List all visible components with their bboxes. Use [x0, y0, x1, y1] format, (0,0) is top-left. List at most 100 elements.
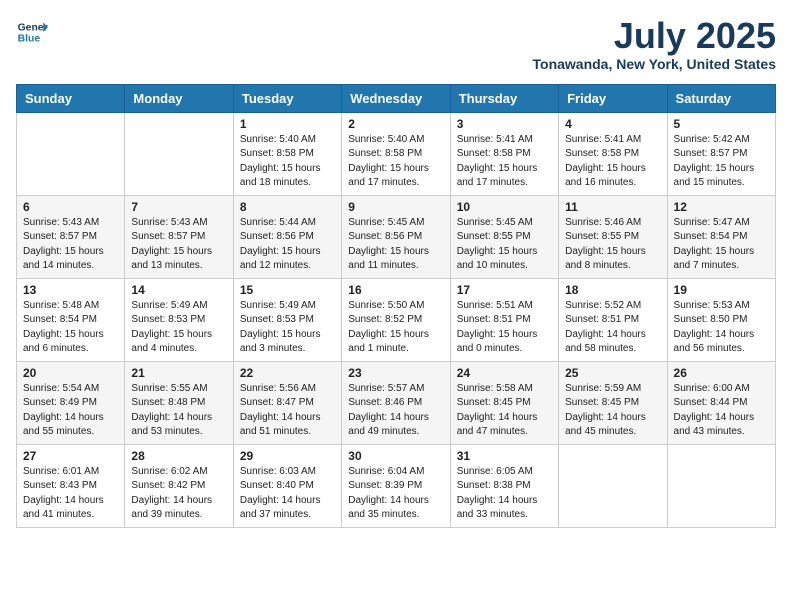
calendar-cell: 19Sunrise: 5:53 AM Sunset: 8:50 PM Dayli… — [667, 278, 775, 361]
day-number: 16 — [348, 283, 443, 297]
calendar-cell: 18 Sunrise: 5:52 AM Sunset: 8:51 PM Dayli… — [559, 278, 667, 361]
day-number: 1 — [240, 117, 335, 131]
svg-text:Blue: Blue — [18, 34, 41, 45]
logo: General Blue — [16, 16, 48, 48]
calendar-cell: 14Sunrise: 5:49 AM Sunset: 8:53 PM Dayli… — [125, 278, 233, 361]
calendar-cell: 2Sunrise: 5:40 AM Sunset: 8:58 PM Daylig… — [342, 112, 450, 195]
calendar-cell — [667, 444, 775, 527]
day-number: 20 — [23, 366, 118, 380]
calendar-cell: 7 Sunrise: 5:43 AM Sunset: 8:57 PM Daylig… — [125, 195, 233, 278]
month-year-title: July 2025 — [533, 16, 777, 56]
calendar-cell: 12 Sunrise: 5:47 AM Sunset: 8:54 PM Dayli… — [667, 195, 775, 278]
day-number: 12 — [674, 200, 769, 214]
day-info: Sunrise: 5:56 AM Sunset: 8:47 PM Dayligh… — [240, 382, 335, 440]
day-number: 5 — [674, 117, 769, 131]
calendar-cell — [125, 112, 233, 195]
day-number: 8 — [240, 200, 335, 214]
day-info: Sunrise: 5:41 AM Sunset: 8:58 PM Dayligh… — [457, 133, 552, 191]
day-info: Sunrise: 5:43 AM Sunset: 8:57 PM Dayligh… — [23, 216, 118, 274]
day-info: Sunrise: 5:45 AM Sunset: 8:56 PM Dayligh… — [348, 216, 443, 274]
logo-icon: General Blue — [16, 16, 48, 48]
day-number: 27 — [23, 449, 118, 463]
day-number: 18 — [565, 283, 660, 297]
calendar-cell: 21 Sunrise: 5:55 AM Sunset: 8:48 PM Dayli… — [125, 361, 233, 444]
day-info: Sunrise: 6:02 AM Sunset: 8:42 PM Dayligh… — [131, 465, 226, 523]
col-header-friday: Friday — [559, 84, 667, 112]
calendar-cell: 23 Sunrise: 5:57 AM Sunset: 8:46 PM Dayli… — [342, 361, 450, 444]
col-header-wednesday: Wednesday — [342, 84, 450, 112]
day-number: 15 — [240, 283, 335, 297]
calendar-cell: 3Sunrise: 5:41 AM Sunset: 8:58 PM Daylig… — [450, 112, 558, 195]
day-info: Sunrise: 5:49 AM Sunset: 8:53 PM Dayligh… — [240, 299, 335, 357]
week-row-4: 20 Sunrise: 5:54 AM Sunset: 8:49 PM Dayli… — [17, 361, 776, 444]
day-number: 7 — [131, 200, 226, 214]
day-info: Sunrise: 5:54 AM Sunset: 8:49 PM Dayligh… — [23, 382, 118, 440]
calendar-cell: 11 Sunrise: 5:46 AM Sunset: 8:55 PM Dayli… — [559, 195, 667, 278]
day-info: Sunrise: 5:55 AM Sunset: 8:48 PM Dayligh… — [131, 382, 226, 440]
calendar-cell: 29Sunrise: 6:03 AM Sunset: 8:40 PM Dayli… — [233, 444, 341, 527]
calendar-table: SundayMondayTuesdayWednesdayThursdayFrid… — [16, 84, 776, 528]
day-number: 4 — [565, 117, 660, 131]
day-info: Sunrise: 5:40 AM Sunset: 8:58 PM Dayligh… — [240, 133, 335, 191]
day-info: Sunrise: 5:46 AM Sunset: 8:55 PM Dayligh… — [565, 216, 660, 274]
day-number: 6 — [23, 200, 118, 214]
day-info: Sunrise: 5:52 AM Sunset: 8:51 PM Dayligh… — [565, 299, 660, 357]
day-info: Sunrise: 6:00 AM Sunset: 8:44 PM Dayligh… — [674, 382, 769, 440]
day-number: 29 — [240, 449, 335, 463]
day-info: Sunrise: 5:42 AM Sunset: 8:57 PM Dayligh… — [674, 133, 769, 191]
location-subtitle: Tonawanda, New York, United States — [533, 56, 777, 72]
calendar-cell: 15 Sunrise: 5:49 AM Sunset: 8:53 PM Dayli… — [233, 278, 341, 361]
day-number: 26 — [674, 366, 769, 380]
day-info: Sunrise: 5:47 AM Sunset: 8:54 PM Dayligh… — [674, 216, 769, 274]
day-number: 22 — [240, 366, 335, 380]
calendar-cell: 30Sunrise: 6:04 AM Sunset: 8:39 PM Dayli… — [342, 444, 450, 527]
day-number: 13 — [23, 283, 118, 297]
calendar-cell: 22 Sunrise: 5:56 AM Sunset: 8:47 PM Dayli… — [233, 361, 341, 444]
day-info: Sunrise: 5:51 AM Sunset: 8:51 PM Dayligh… — [457, 299, 552, 357]
day-number: 2 — [348, 117, 443, 131]
col-header-sunday: Sunday — [17, 84, 125, 112]
calendar-cell: 28 Sunrise: 6:02 AM Sunset: 8:42 PM Dayli… — [125, 444, 233, 527]
calendar-cell: 9 Sunrise: 5:45 AM Sunset: 8:56 PM Daylig… — [342, 195, 450, 278]
day-number: 21 — [131, 366, 226, 380]
calendar-cell: 8Sunrise: 5:44 AM Sunset: 8:56 PM Daylig… — [233, 195, 341, 278]
day-info: Sunrise: 5:41 AM Sunset: 8:58 PM Dayligh… — [565, 133, 660, 191]
calendar-cell: 13Sunrise: 5:48 AM Sunset: 8:54 PM Dayli… — [17, 278, 125, 361]
calendar-cell: 26 Sunrise: 6:00 AM Sunset: 8:44 PM Dayli… — [667, 361, 775, 444]
week-row-1: 1 Sunrise: 5:40 AM Sunset: 8:58 PM Daylig… — [17, 112, 776, 195]
day-info: Sunrise: 5:58 AM Sunset: 8:45 PM Dayligh… — [457, 382, 552, 440]
calendar-cell: 6 Sunrise: 5:43 AM Sunset: 8:57 PM Daylig… — [17, 195, 125, 278]
col-header-saturday: Saturday — [667, 84, 775, 112]
day-number: 11 — [565, 200, 660, 214]
calendar-cell: 5 Sunrise: 5:42 AM Sunset: 8:57 PM Daylig… — [667, 112, 775, 195]
calendar-cell — [559, 444, 667, 527]
calendar-cell: 17 Sunrise: 5:51 AM Sunset: 8:51 PM Dayli… — [450, 278, 558, 361]
day-number: 17 — [457, 283, 552, 297]
calendar-cell: 25 Sunrise: 5:59 AM Sunset: 8:45 PM Dayli… — [559, 361, 667, 444]
day-number: 25 — [565, 366, 660, 380]
day-number: 23 — [348, 366, 443, 380]
col-header-tuesday: Tuesday — [233, 84, 341, 112]
week-row-5: 27 Sunrise: 6:01 AM Sunset: 8:43 PM Dayli… — [17, 444, 776, 527]
day-info: Sunrise: 5:50 AM Sunset: 8:52 PM Dayligh… — [348, 299, 443, 357]
day-info: Sunrise: 5:57 AM Sunset: 8:46 PM Dayligh… — [348, 382, 443, 440]
calendar-cell: 31Sunrise: 6:05 AM Sunset: 8:38 PM Dayli… — [450, 444, 558, 527]
day-info: Sunrise: 6:01 AM Sunset: 8:43 PM Dayligh… — [23, 465, 118, 523]
col-header-thursday: Thursday — [450, 84, 558, 112]
day-number: 24 — [457, 366, 552, 380]
day-number: 28 — [131, 449, 226, 463]
day-number: 10 — [457, 200, 552, 214]
calendar-cell: 24 Sunrise: 5:58 AM Sunset: 8:45 PM Dayli… — [450, 361, 558, 444]
day-info: Sunrise: 5:59 AM Sunset: 8:45 PM Dayligh… — [565, 382, 660, 440]
page-header: General Blue July 2025 Tonawanda, New Yo… — [16, 16, 776, 72]
calendar-cell: 27 Sunrise: 6:01 AM Sunset: 8:43 PM Dayli… — [17, 444, 125, 527]
day-info: Sunrise: 5:43 AM Sunset: 8:57 PM Dayligh… — [131, 216, 226, 274]
title-block: July 2025 Tonawanda, New York, United St… — [533, 16, 777, 72]
col-header-monday: Monday — [125, 84, 233, 112]
calendar-cell — [17, 112, 125, 195]
calendar-cell: 16 Sunrise: 5:50 AM Sunset: 8:52 PM Dayli… — [342, 278, 450, 361]
calendar-cell: 20 Sunrise: 5:54 AM Sunset: 8:49 PM Dayli… — [17, 361, 125, 444]
calendar-cell: 1 Sunrise: 5:40 AM Sunset: 8:58 PM Daylig… — [233, 112, 341, 195]
day-number: 9 — [348, 200, 443, 214]
calendar-header-row: SundayMondayTuesdayWednesdayThursdayFrid… — [17, 84, 776, 112]
